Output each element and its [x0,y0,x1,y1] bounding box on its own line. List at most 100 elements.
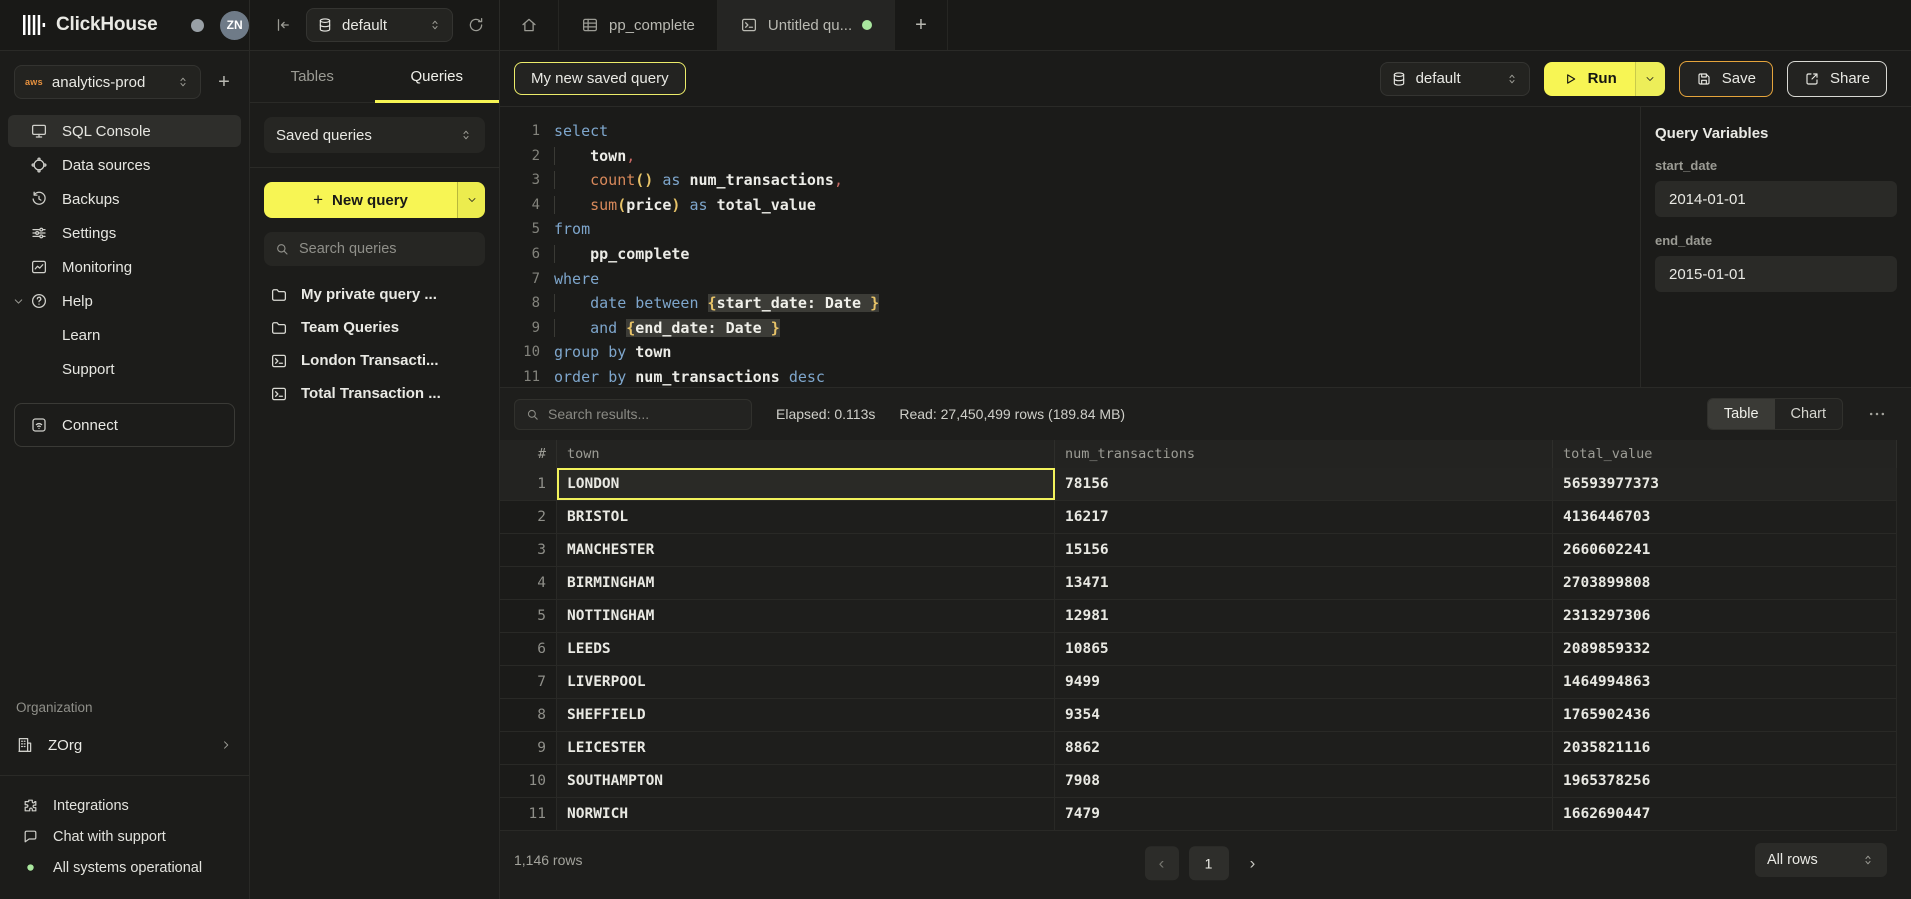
tab-pp-complete[interactable]: pp_complete [559,0,718,50]
sidebar-footer-chat-with-support[interactable]: Chat with support [0,821,249,852]
table-cell[interactable]: LONDON [557,468,1055,500]
table-cell[interactable]: 78156 [1055,468,1553,500]
avatar[interactable]: ZN [220,11,249,40]
table-cell[interactable]: 2660602241 [1553,534,1897,566]
column-header-total_value[interactable]: total_value [1553,440,1897,468]
table-row: 9LEICESTER88622035821116 [500,732,1897,765]
refresh-icon[interactable] [467,16,485,34]
query-search-input[interactable] [299,241,475,257]
view-tab-table[interactable]: Table [1708,399,1775,429]
saved-query-item[interactable]: Team Queries [264,311,485,344]
table-cell[interactable]: 56593977373 [1553,468,1897,500]
table-cell[interactable]: 13471 [1055,567,1553,599]
table-cell[interactable]: 7479 [1055,798,1553,830]
editor-code[interactable]: select town, count() as num_transactions… [554,119,879,387]
sidebar-item-settings[interactable]: Settings [8,217,241,249]
saved-query-tab[interactable]: My new saved query [514,62,686,95]
collapse-panel-icon[interactable] [274,16,292,34]
rows-per-page-select[interactable]: All rows [1755,843,1887,877]
table-cell[interactable]: 4136446703 [1553,501,1897,533]
saved-query-item[interactable]: London Transacti... [264,344,485,377]
start-date-input[interactable] [1655,181,1897,217]
connect-button[interactable]: Connect [14,403,235,447]
database-selector[interactable]: default [306,8,453,42]
table-cell[interactable]: MANCHESTER [557,534,1055,566]
pagination: ‹ 1 › [1145,846,1267,880]
table-cell[interactable]: 7908 [1055,765,1553,797]
table-cell[interactable]: SHEFFIELD [557,699,1055,731]
folder-icon [270,286,288,304]
table-cell[interactable]: LIVERPOOL [557,666,1055,698]
table-cell[interactable]: NORWICH [557,798,1055,830]
table-cell[interactable]: 2035821116 [1553,732,1897,764]
query-search-box[interactable] [264,232,485,266]
home-tab[interactable] [500,0,559,50]
table-cell[interactable]: 15156 [1055,534,1553,566]
saved-query-item[interactable]: My private query ... [264,278,485,311]
run-dropdown[interactable] [1635,62,1665,96]
next-page-button[interactable]: › [1239,846,1267,880]
table-cell[interactable]: NOTTINGHAM [557,600,1055,632]
clickhouse-logo-icon[interactable] [22,13,46,37]
chevron-down-icon [1644,73,1656,85]
table-cell[interactable]: 16217 [1055,501,1553,533]
table-cell[interactable]: 1662690447 [1553,798,1897,830]
table-cell[interactable]: 9499 [1055,666,1553,698]
column-header-index[interactable]: # [500,440,557,468]
sidebar-item-backups[interactable]: Backups [8,183,241,215]
sidebar-footer-all-systems-operational[interactable]: All systems operational [0,852,249,883]
view-tab-chart[interactable]: Chart [1775,399,1842,429]
table-cell[interactable]: 1765902436 [1553,699,1897,731]
prev-page-button[interactable]: ‹ [1145,846,1179,880]
table-cell[interactable]: 12981 [1055,600,1553,632]
table-cell[interactable]: 2089859332 [1553,633,1897,665]
saved-query-item[interactable]: Total Transaction ... [264,377,485,410]
sidebar-item-help[interactable]: Help [8,285,241,317]
table-cell[interactable]: 2313297306 [1553,600,1897,632]
table-cell[interactable]: 9354 [1055,699,1553,731]
sidebar-item-learn[interactable]: Learn [8,319,241,351]
saved-queries-select[interactable]: Saved queries [264,117,485,153]
sidebar-footer-integrations[interactable]: Integrations [0,790,249,821]
table-cell[interactable]: 2703899808 [1553,567,1897,599]
table-cell[interactable]: 1464994863 [1553,666,1897,698]
notification-dot-icon[interactable] [191,19,204,32]
database-icon [317,17,333,33]
table-cell[interactable]: SOUTHAMPTON [557,765,1055,797]
column-header-town[interactable]: town [557,440,1055,468]
sidebar-item-data-sources[interactable]: Data sources [8,149,241,181]
tab-untitled-query[interactable]: Untitled qu... [718,0,895,50]
workspace-selector[interactable]: aws analytics-prod [14,65,201,99]
table-cell[interactable]: LEEDS [557,633,1055,665]
new-query-main[interactable]: + New query [264,182,457,218]
run-main[interactable]: Run [1544,62,1635,96]
table-cell[interactable]: BRISTOL [557,501,1055,533]
history-icon [30,190,48,208]
editor-database-selector[interactable]: default [1380,62,1530,96]
new-query-button[interactable]: + New query [264,182,485,218]
run-button[interactable]: Run [1544,62,1665,96]
tab-queries[interactable]: Queries [375,51,500,102]
table-cell[interactable]: 1965378256 [1553,765,1897,797]
column-header-num_transactions[interactable]: num_transactions [1055,440,1553,468]
table-cell[interactable]: BIRMINGHAM [557,567,1055,599]
results-search-box[interactable] [514,399,752,430]
tab-tables[interactable]: Tables [250,51,375,102]
more-options-icon[interactable] [1867,404,1887,424]
save-button[interactable]: Save [1679,61,1773,97]
organization-item[interactable]: ZOrg [0,725,249,765]
sql-editor[interactable]: 1234567891011 select town, count() as nu… [500,107,1640,387]
add-service-button[interactable]: + [209,67,239,97]
current-page[interactable]: 1 [1189,846,1229,880]
new-query-dropdown[interactable] [457,182,485,218]
table-cell[interactable]: 8862 [1055,732,1553,764]
table-cell[interactable]: 10865 [1055,633,1553,665]
share-button[interactable]: Share [1787,61,1887,97]
sidebar-item-support[interactable]: Support [8,353,241,385]
table-cell[interactable]: LEICESTER [557,732,1055,764]
new-tab-button[interactable]: + [895,0,948,50]
end-date-input[interactable] [1655,256,1897,292]
sidebar-item-monitoring[interactable]: Monitoring [8,251,241,283]
results-search-input[interactable] [548,406,741,422]
sidebar-item-sql-console[interactable]: SQL Console [8,115,241,147]
